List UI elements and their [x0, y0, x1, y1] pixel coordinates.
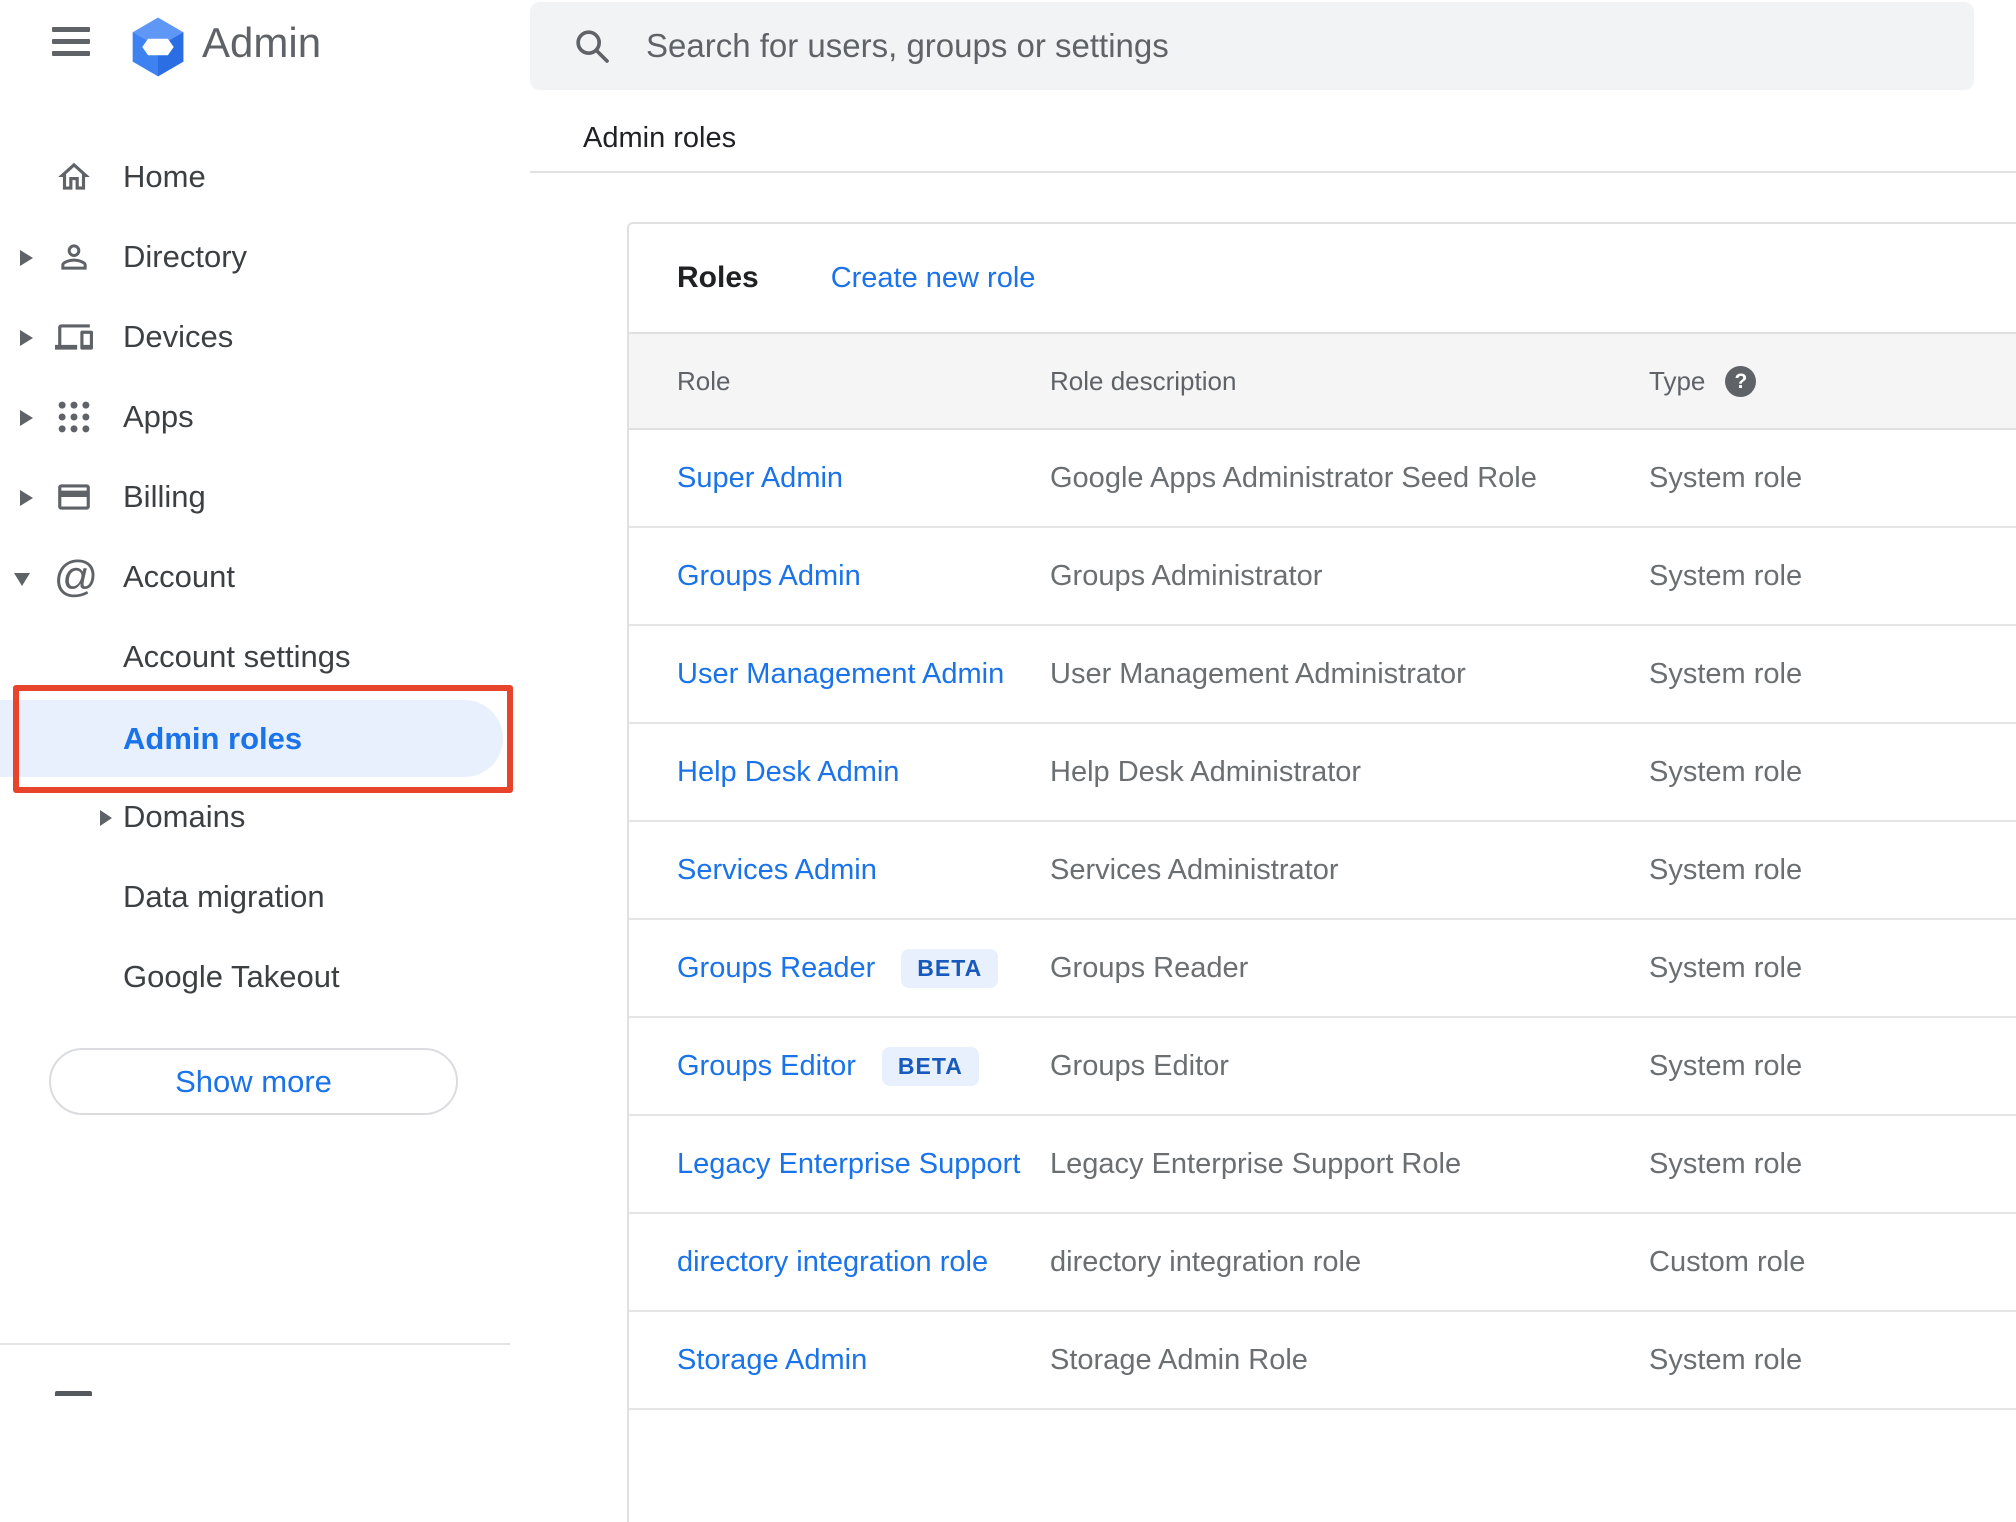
sidebar-item-label: Google Takeout — [123, 959, 340, 994]
table-header-row: Role Role description Type ? — [629, 332, 2016, 430]
sidebar-item-label: Home — [123, 159, 206, 194]
sidebar-item-label: Devices — [123, 319, 234, 354]
role-type: System role — [1649, 951, 1803, 984]
sidebar-item-label: Account — [123, 559, 236, 594]
role-type: System role — [1649, 755, 1803, 788]
role-description: Google Apps Administrator Seed Role — [1050, 461, 1537, 494]
sidebar-item-google-takeout[interactable]: Google Takeout — [0, 937, 530, 1017]
beta-badge: BETA — [901, 948, 999, 988]
table-row: Groups Reader BETA Groups Reader System … — [629, 920, 2016, 1018]
table-row: Help Desk Admin Help Desk Administrator … — [629, 724, 2016, 822]
table-row: User Management Admin User Management Ad… — [629, 626, 2016, 724]
roles-card: Roles Create new role Role Role descript… — [627, 222, 2016, 1522]
show-more-button[interactable]: Show more — [49, 1048, 458, 1115]
sidebar-item-label: Account settings — [123, 639, 351, 674]
role-link[interactable]: Super Admin — [677, 462, 843, 495]
role-type: System role — [1649, 853, 1803, 886]
sidebar-item-billing[interactable]: Billing — [0, 457, 530, 537]
sidebar-item-label: Data migration — [123, 879, 325, 914]
sidebar-item-domains[interactable]: Domains — [0, 777, 530, 857]
table-row: Storage Admin Storage Admin Role System … — [629, 1312, 2016, 1410]
help-icon[interactable]: ? — [1725, 365, 1757, 397]
role-link[interactable]: Groups Admin — [677, 560, 861, 593]
admin-hexagon-logo — [126, 15, 190, 77]
role-description: Storage Admin Role — [1050, 1343, 1308, 1376]
role-type: System role — [1649, 559, 1803, 592]
role-description: Legacy Enterprise Support Role — [1050, 1147, 1462, 1180]
sidebar-divider — [0, 1343, 510, 1345]
sidebar-item-label: Apps — [123, 399, 194, 434]
search-input[interactable] — [646, 27, 1974, 65]
devices-icon — [55, 318, 93, 356]
sidebar-item-label: Domains — [123, 799, 246, 834]
sidebar: Admin Home Directory Devices Apps Billin… — [0, 0, 530, 1396]
collapse-down-icon[interactable] — [14, 573, 30, 586]
hamburger-menu-icon[interactable] — [52, 27, 90, 57]
role-type: System role — [1649, 657, 1803, 690]
role-link[interactable]: Legacy Enterprise Support — [677, 1148, 1020, 1181]
table-row: Groups Admin Groups Administrator System… — [629, 528, 2016, 626]
at-sign-icon: @ — [53, 552, 99, 601]
sidebar-item-devices[interactable]: Devices — [0, 297, 530, 377]
expand-right-icon[interactable] — [20, 410, 33, 426]
role-link[interactable]: Storage Admin — [677, 1344, 867, 1377]
table-row: Groups Editor BETA Groups Editor System … — [629, 1018, 2016, 1116]
table-row: Super Admin Google Apps Administrator Se… — [629, 430, 2016, 528]
clipped-bottom-icon — [55, 1391, 92, 1396]
app-title: Admin — [202, 19, 322, 66]
home-icon — [55, 158, 93, 196]
role-description: Groups Editor — [1050, 1049, 1229, 1082]
sidebar-item-apps[interactable]: Apps — [0, 377, 530, 457]
column-header-role: Role — [677, 365, 731, 396]
role-description: Groups Administrator — [1050, 559, 1323, 592]
expand-right-icon[interactable] — [20, 490, 33, 506]
role-description: User Management Administrator — [1050, 657, 1466, 690]
role-type: System role — [1649, 461, 1803, 494]
column-header-type: Type — [1649, 365, 1706, 396]
page-title: Admin roles — [583, 122, 737, 154]
role-link[interactable]: directory integration role — [677, 1246, 988, 1279]
sidebar-item-label: Directory — [123, 239, 248, 274]
role-description: Groups Reader — [1050, 951, 1249, 984]
sidebar-item-directory[interactable]: Directory — [0, 217, 530, 297]
role-link[interactable]: User Management Admin — [677, 658, 1004, 691]
global-search-bar[interactable] — [530, 2, 1974, 90]
search-icon — [572, 26, 612, 66]
roles-card-header: Roles Create new role — [629, 224, 2016, 332]
role-link[interactable]: Groups Editor — [677, 1050, 856, 1083]
sidebar-item-account-settings[interactable]: Account settings — [0, 617, 530, 697]
sidebar-item-admin-roles[interactable]: Admin roles — [123, 699, 302, 779]
apps-grid-icon — [55, 398, 93, 436]
expand-right-icon[interactable] — [100, 810, 112, 826]
sidebar-item-label: Billing — [123, 479, 206, 514]
create-new-role-link[interactable]: Create new role — [831, 262, 1036, 295]
expand-right-icon[interactable] — [20, 330, 33, 346]
role-type: System role — [1649, 1049, 1803, 1082]
table-row: Legacy Enterprise Support Legacy Enterpr… — [629, 1116, 2016, 1214]
role-link[interactable]: Help Desk Admin — [677, 756, 899, 789]
sidebar-item-data-migration[interactable]: Data migration — [0, 857, 530, 937]
header-divider — [530, 171, 2016, 173]
credit-card-icon — [55, 478, 93, 516]
role-description: directory integration role — [1050, 1245, 1362, 1278]
role-link[interactable]: Services Admin — [677, 854, 877, 887]
beta-badge: BETA — [881, 1046, 979, 1086]
role-link[interactable]: Groups Reader — [677, 952, 875, 985]
role-type: System role — [1649, 1343, 1803, 1376]
person-icon — [55, 238, 93, 276]
column-header-role-description: Role description — [1050, 365, 1237, 396]
table-row: Services Admin Services Administrator Sy… — [629, 822, 2016, 920]
role-type: Custom role — [1649, 1245, 1806, 1278]
section-title: Roles — [677, 261, 759, 294]
role-description: Services Administrator — [1050, 853, 1339, 886]
table-row: directory integration role directory int… — [629, 1214, 2016, 1312]
expand-right-icon[interactable] — [20, 250, 33, 266]
role-type: System role — [1649, 1147, 1803, 1180]
role-description: Help Desk Administrator — [1050, 755, 1362, 788]
sidebar-item-home[interactable]: Home — [0, 137, 530, 217]
sidebar-item-account[interactable]: @ Account — [0, 537, 530, 617]
